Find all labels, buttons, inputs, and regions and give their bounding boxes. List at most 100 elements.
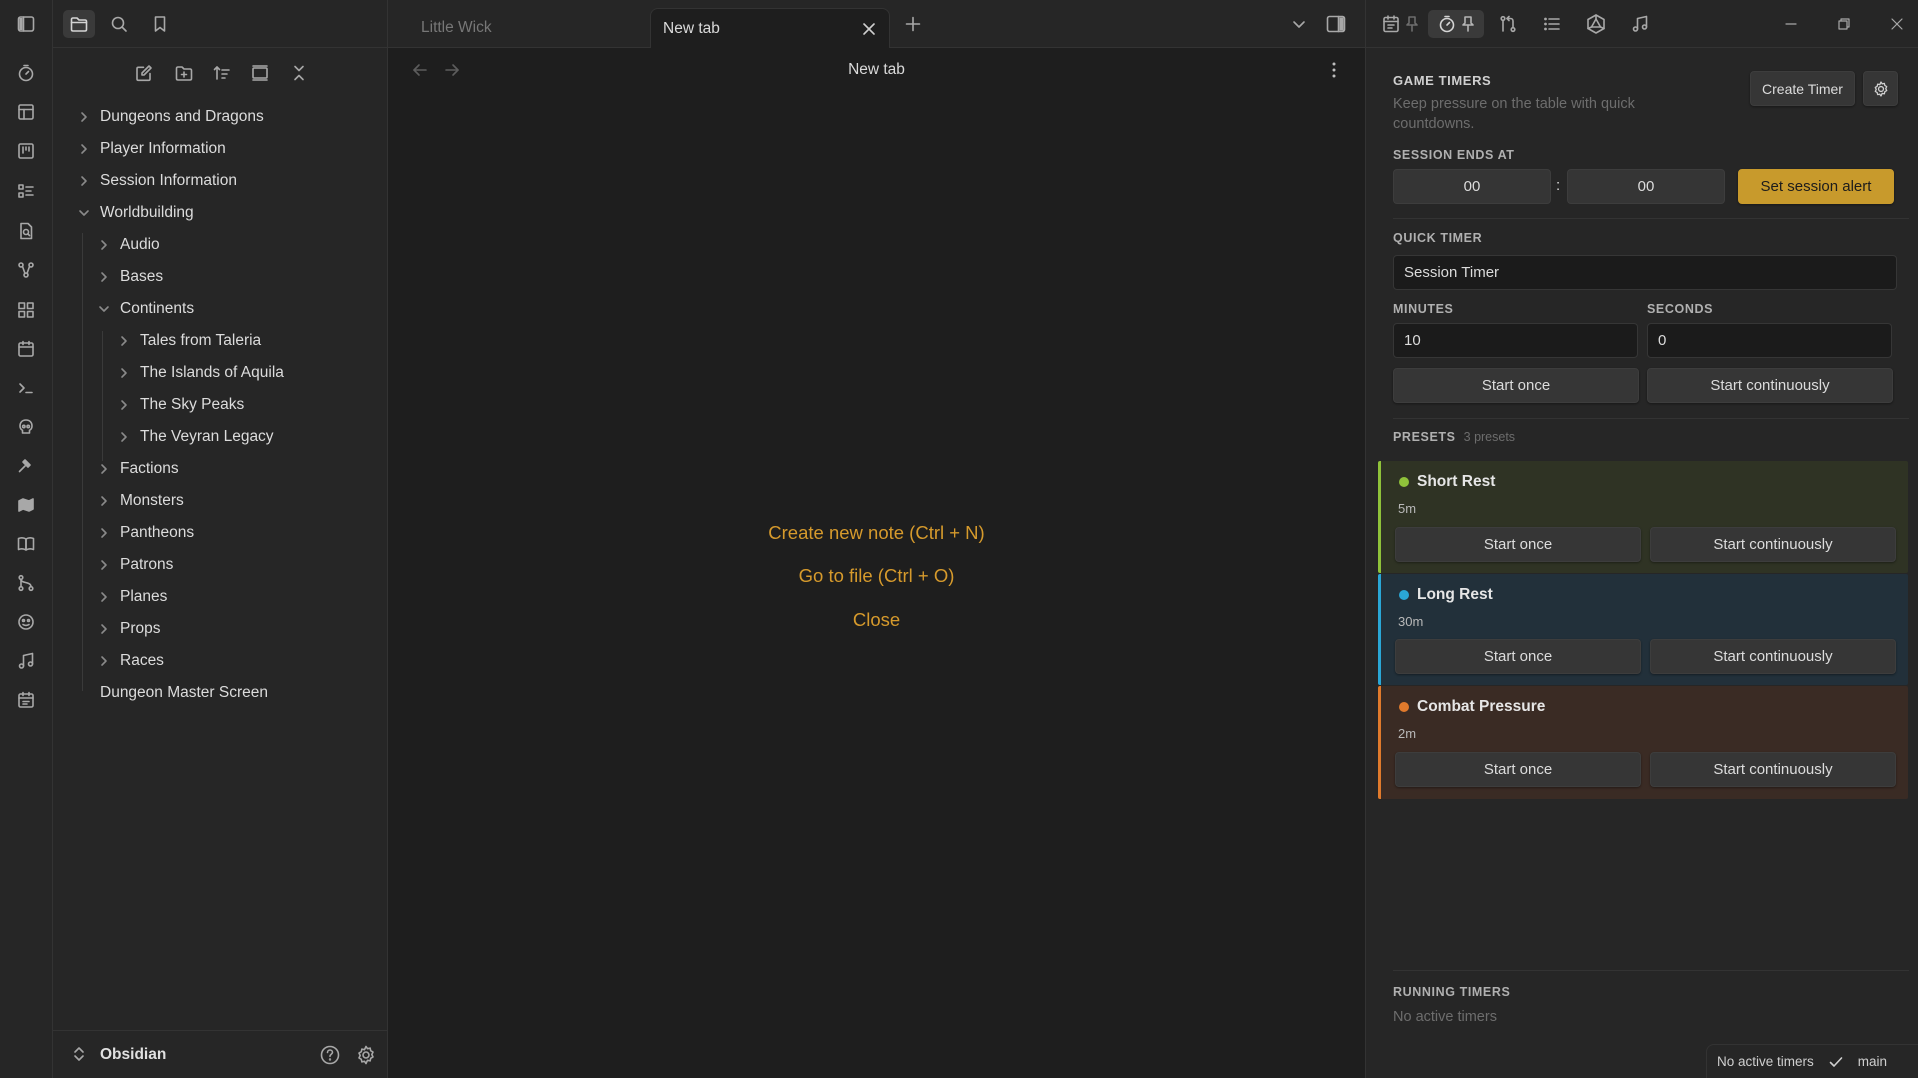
- git-branch-icon[interactable]: [13, 570, 39, 596]
- settings-gear-icon[interactable]: [355, 1044, 377, 1066]
- chevron-right-icon[interactable]: [96, 525, 112, 541]
- session-hours-input[interactable]: 00: [1393, 169, 1551, 204]
- chevron-right-icon[interactable]: [116, 397, 132, 413]
- chevron-down-icon[interactable]: [76, 205, 92, 221]
- create-timer-button[interactable]: Create Timer: [1750, 71, 1855, 106]
- hammer-icon[interactable]: [13, 453, 39, 479]
- timer-icon[interactable]: [13, 60, 39, 86]
- game-timers-tab[interactable]: [1428, 10, 1484, 38]
- chevron-right-icon[interactable]: [96, 237, 112, 253]
- tree-item-dungeon-master-screen[interactable]: Dungeon Master Screen: [100, 678, 268, 708]
- git-compare-icon[interactable]: [1493, 10, 1523, 38]
- sort-icon[interactable]: [209, 60, 235, 86]
- seconds-input[interactable]: 0: [1647, 323, 1892, 358]
- music-icon[interactable]: [1625, 10, 1655, 38]
- pin-icon[interactable]: [1402, 10, 1422, 38]
- chevron-right-icon[interactable]: [96, 589, 112, 605]
- bookmark-icon[interactable]: [144, 10, 176, 38]
- new-note-icon[interactable]: [131, 60, 157, 86]
- search-icon[interactable]: [103, 10, 135, 38]
- chevron-right-icon[interactable]: [76, 173, 92, 189]
- chevron-right-icon[interactable]: [96, 621, 112, 637]
- tree-item-the-sky-peaks[interactable]: The Sky Peaks: [116, 390, 244, 420]
- tab-new-tab[interactable]: New tab: [650, 8, 890, 48]
- session-minutes-input[interactable]: 00: [1567, 169, 1725, 204]
- graph-icon[interactable]: [13, 257, 39, 283]
- chevron-right-icon[interactable]: [116, 365, 132, 381]
- map-icon[interactable]: [13, 492, 39, 518]
- collapse-all-icon[interactable]: [286, 60, 312, 86]
- layout-icon[interactable]: [13, 99, 39, 125]
- preset-start-continuously-button[interactable]: Start continuously: [1650, 752, 1896, 787]
- chevron-right-icon[interactable]: [96, 461, 112, 477]
- chevron-right-icon[interactable]: [96, 269, 112, 285]
- new-folder-icon[interactable]: [171, 60, 197, 86]
- tree-item-tales-from-taleria[interactable]: Tales from Taleria: [116, 326, 261, 356]
- status-timers[interactable]: No active timers: [1717, 1054, 1814, 1069]
- timer-settings-button[interactable]: [1863, 71, 1898, 106]
- tree-item-player-information[interactable]: Player Information: [76, 134, 226, 164]
- help-icon[interactable]: [319, 1044, 341, 1066]
- preset-start-continuously-button[interactable]: Start continuously: [1650, 639, 1896, 674]
- tree-item-props[interactable]: Props: [96, 614, 161, 644]
- right-sidebar-toggle-icon[interactable]: [1325, 13, 1347, 35]
- preset-start-once-button[interactable]: Start once: [1395, 752, 1641, 787]
- dice-icon[interactable]: [13, 609, 39, 635]
- grid-icon[interactable]: [13, 297, 39, 323]
- kanban-icon[interactable]: [13, 138, 39, 164]
- preset-start-once-button[interactable]: Start once: [1395, 527, 1641, 562]
- tree-item-races[interactable]: Races: [96, 646, 164, 676]
- preset-start-continuously-button[interactable]: Start continuously: [1650, 527, 1896, 562]
- tree-item-planes[interactable]: Planes: [96, 582, 167, 612]
- tab-list-chevron-down-icon[interactable]: [1289, 14, 1309, 34]
- minutes-input[interactable]: 10: [1393, 323, 1638, 358]
- book-icon[interactable]: [13, 531, 39, 557]
- chevron-down-icon[interactable]: [96, 301, 112, 317]
- go-to-file-link[interactable]: Go to file (Ctrl + O): [388, 565, 1365, 587]
- sidebar-toggle-icon[interactable]: [13, 11, 39, 37]
- set-session-alert-button[interactable]: Set session alert: [1738, 169, 1894, 204]
- tree-item-monsters[interactable]: Monsters: [96, 486, 184, 516]
- new-tab-plus-icon[interactable]: [903, 14, 923, 34]
- chevron-right-icon[interactable]: [96, 493, 112, 509]
- sync-check-icon[interactable]: [1828, 1054, 1844, 1070]
- close-tab-icon[interactable]: [861, 21, 877, 37]
- outline-list-icon[interactable]: [1537, 10, 1567, 38]
- git-branch-status[interactable]: main: [1858, 1054, 1887, 1069]
- close-link[interactable]: Close: [388, 609, 1365, 631]
- chevron-right-icon[interactable]: [76, 141, 92, 157]
- chevron-right-icon[interactable]: [116, 429, 132, 445]
- vault-name[interactable]: Obsidian: [100, 1046, 166, 1064]
- d20-dice-icon[interactable]: [1581, 10, 1611, 38]
- tree-item-audio[interactable]: Audio: [96, 230, 160, 260]
- calendar-icon[interactable]: [13, 336, 39, 362]
- vault-switch-icon[interactable]: [71, 1045, 87, 1063]
- tree-item-session-information[interactable]: Session Information: [76, 166, 237, 196]
- auto-reveal-icon[interactable]: [247, 60, 273, 86]
- skull-icon[interactable]: [13, 414, 39, 440]
- tree-item-continents[interactable]: Continents: [96, 294, 194, 324]
- chevron-right-icon[interactable]: [76, 109, 92, 125]
- tree-item-factions[interactable]: Factions: [96, 454, 179, 484]
- minimize-icon[interactable]: [1776, 10, 1806, 38]
- quick-start-continuously-button[interactable]: Start continuously: [1647, 368, 1893, 403]
- folder-icon[interactable]: [63, 10, 95, 38]
- chevron-right-icon[interactable]: [96, 653, 112, 669]
- music-icon[interactable]: [13, 648, 39, 674]
- chevron-right-icon[interactable]: [96, 557, 112, 573]
- tree-item-dungeons-and-dragons[interactable]: Dungeons and Dragons: [76, 102, 264, 132]
- tree-item-bases[interactable]: Bases: [96, 262, 163, 292]
- tree-item-worldbuilding[interactable]: Worldbuilding: [76, 198, 194, 228]
- quick-timer-name-input[interactable]: Session Timer: [1393, 255, 1897, 290]
- tree-item-patrons[interactable]: Patrons: [96, 550, 173, 580]
- preset-start-once-button[interactable]: Start once: [1395, 639, 1641, 674]
- chevron-right-icon[interactable]: [116, 333, 132, 349]
- more-options-icon[interactable]: [1330, 60, 1338, 80]
- tree-item-the-veyran-legacy[interactable]: The Veyran Legacy: [116, 422, 274, 452]
- file-search-icon[interactable]: [13, 218, 39, 244]
- close-window-icon[interactable]: [1882, 10, 1912, 38]
- tree-item-the-islands-of-aquila[interactable]: The Islands of Aquila: [116, 358, 284, 388]
- tab-little-wick[interactable]: Little Wick: [388, 8, 650, 48]
- quick-start-once-button[interactable]: Start once: [1393, 368, 1639, 403]
- restore-window-icon[interactable]: [1829, 10, 1859, 38]
